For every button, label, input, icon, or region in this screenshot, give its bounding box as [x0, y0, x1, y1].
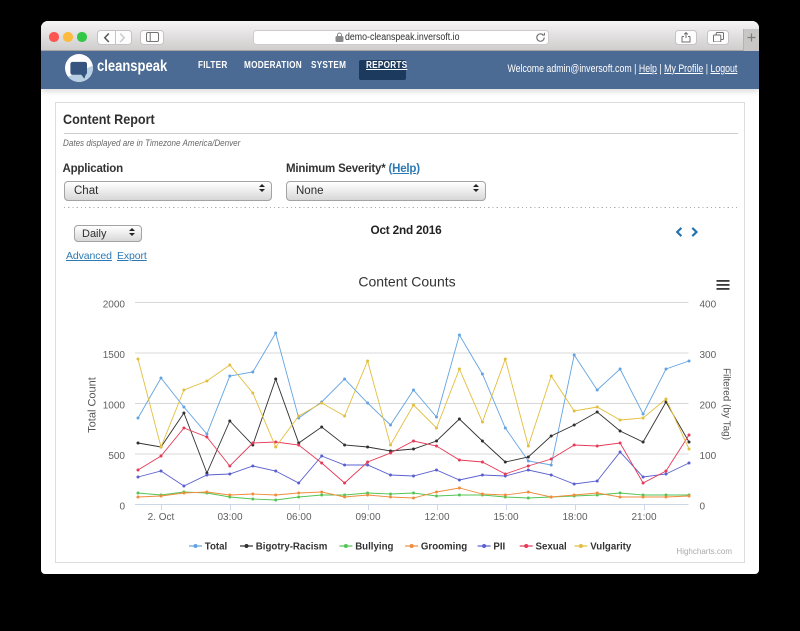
- svg-text:PII: PII: [493, 542, 505, 553]
- svg-text:100: 100: [700, 451, 717, 462]
- svg-text:2000: 2000: [103, 300, 126, 311]
- svg-text:300: 300: [700, 350, 717, 361]
- svg-text:500: 500: [108, 451, 125, 462]
- svg-text:06:00: 06:00: [286, 512, 311, 523]
- svg-text:Highcharts.com: Highcharts.com: [676, 547, 732, 556]
- svg-text:09:00: 09:00: [355, 512, 380, 523]
- svg-text:1000: 1000: [103, 401, 126, 412]
- svg-text:0: 0: [700, 502, 706, 513]
- svg-text:21:00: 21:00: [631, 512, 656, 523]
- svg-text:Vulgarity: Vulgarity: [590, 542, 632, 553]
- svg-text:Total Count: Total Count: [87, 377, 99, 433]
- svg-text:Total: Total: [205, 542, 227, 553]
- svg-text:18:00: 18:00: [562, 512, 587, 523]
- svg-text:200: 200: [700, 401, 717, 412]
- svg-text:12:00: 12:00: [424, 512, 449, 523]
- svg-text:Content Counts: Content Counts: [358, 274, 455, 290]
- svg-text:Sexual: Sexual: [536, 542, 567, 553]
- svg-text:Grooming: Grooming: [421, 542, 467, 553]
- svg-text:2. Oct: 2. Oct: [148, 512, 175, 523]
- svg-text:03:00: 03:00: [217, 512, 242, 523]
- svg-text:Filtered (by Tag): Filtered (by Tag): [721, 368, 732, 440]
- svg-text:1500: 1500: [103, 350, 126, 361]
- svg-text:15:00: 15:00: [493, 512, 518, 523]
- svg-text:Bullying: Bullying: [355, 542, 393, 553]
- svg-text:0: 0: [119, 502, 125, 513]
- svg-text:400: 400: [700, 300, 717, 311]
- svg-text:Bigotry-Racism: Bigotry-Racism: [256, 542, 328, 553]
